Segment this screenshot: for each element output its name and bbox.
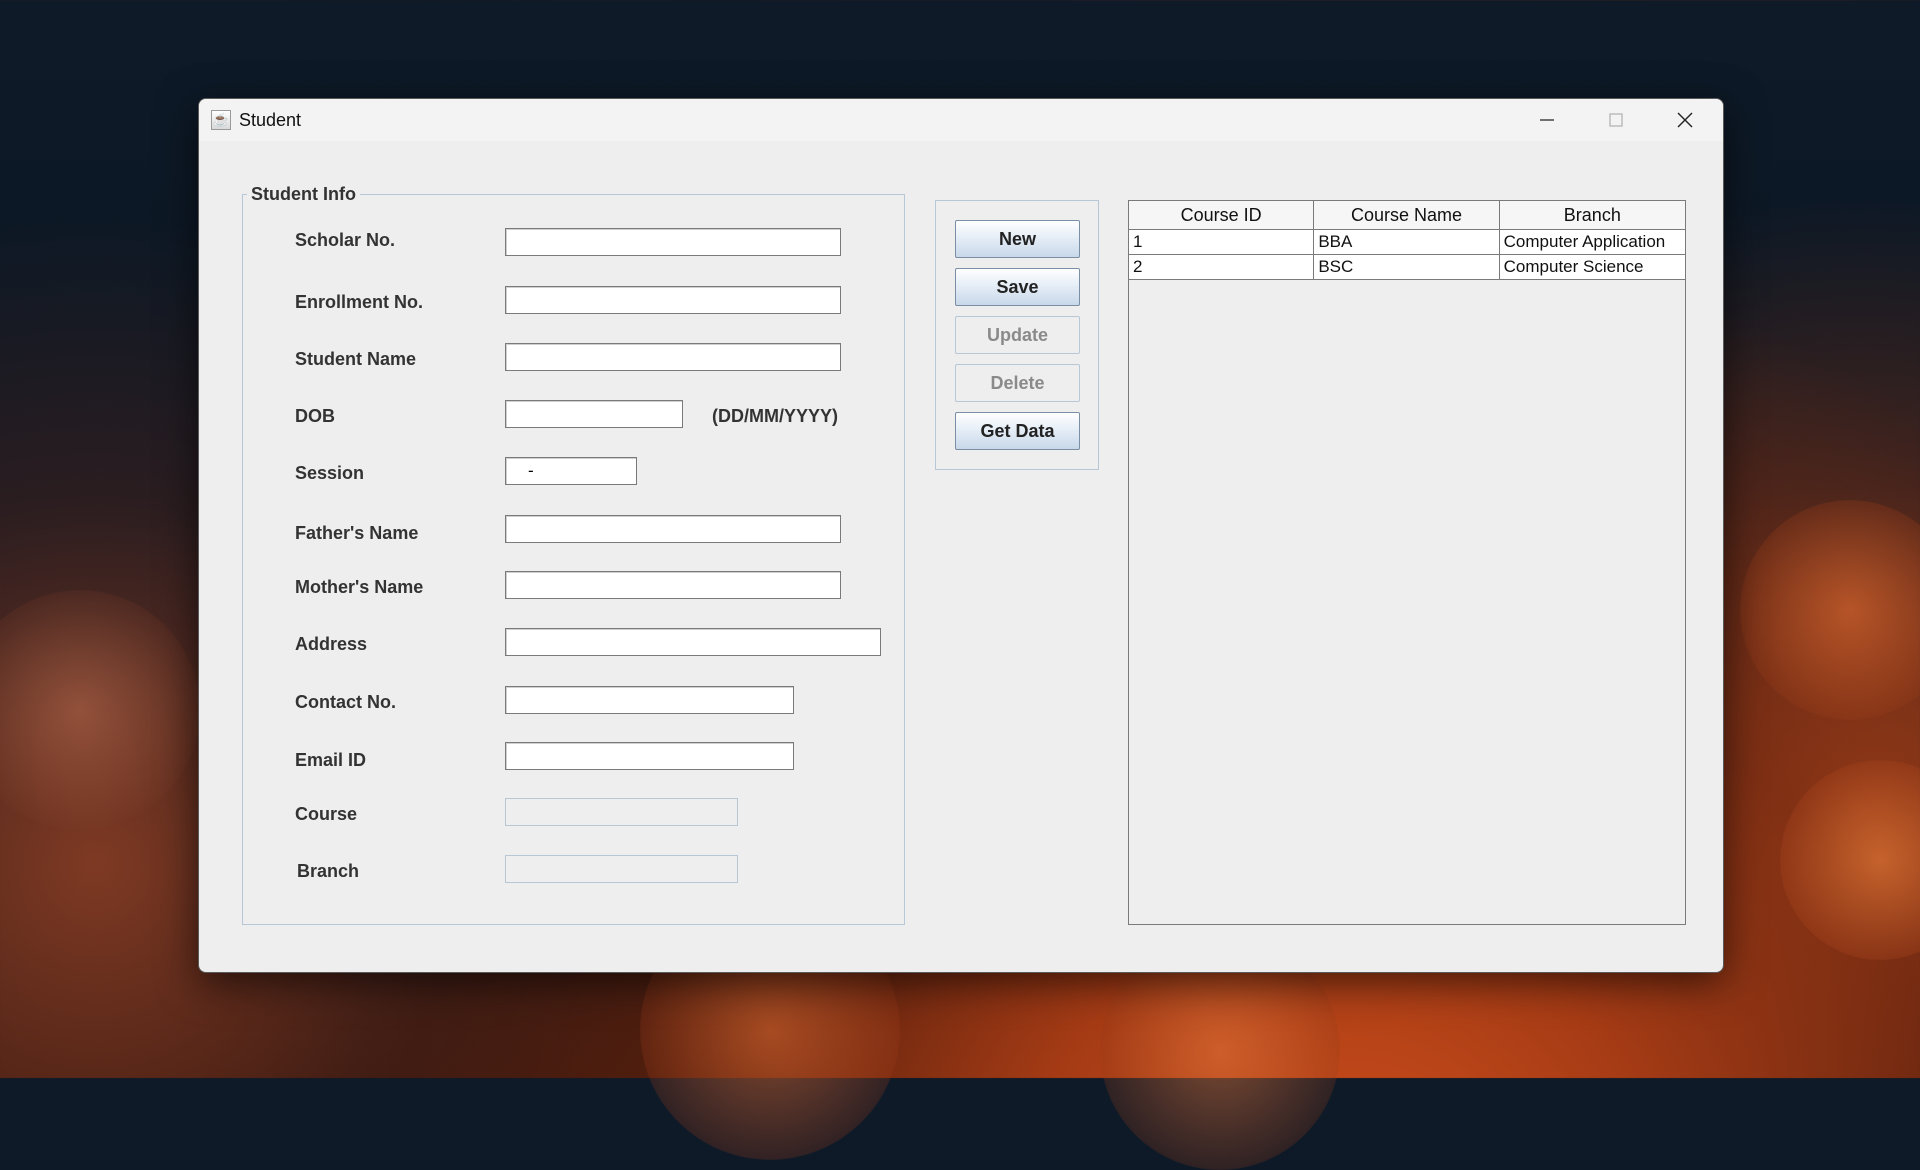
update-button: Update — [955, 316, 1080, 354]
fathers-name-input[interactable] — [505, 515, 841, 543]
mothers-name-input[interactable] — [505, 571, 841, 599]
column-header-course-id[interactable]: Course ID — [1129, 201, 1315, 229]
email-id-input[interactable] — [505, 742, 794, 770]
close-icon — [1677, 112, 1693, 128]
minimize-icon — [1540, 119, 1554, 121]
branch-input — [505, 855, 738, 883]
maximize-icon — [1609, 113, 1623, 127]
scholar-no-label: Scholar No. — [295, 230, 396, 250]
dob-format-hint: (DD/MM/YYYY) — [712, 406, 838, 426]
dob-label: DOB — [295, 406, 335, 426]
wallpaper-bokeh — [0, 590, 200, 830]
address-input[interactable] — [505, 628, 881, 656]
wallpaper-bokeh — [1740, 500, 1920, 720]
table-cell[interactable]: BSC — [1314, 255, 1500, 279]
branch-label: Branch — [297, 861, 360, 881]
course-label: Course — [295, 804, 358, 824]
student-info-title: Student Info — [247, 184, 360, 205]
column-header-course-name[interactable]: Course Name — [1314, 201, 1500, 229]
table-cell[interactable]: Computer Science — [1500, 255, 1685, 279]
dob-input[interactable] — [505, 400, 683, 428]
java-icon: ☕ — [211, 110, 231, 130]
wallpaper-bokeh — [1780, 760, 1920, 960]
table-cell[interactable]: BBA — [1314, 230, 1500, 254]
contact-no-label: Contact No. — [295, 692, 396, 712]
mothers-name-label: Mother's Name — [295, 577, 424, 597]
enrollment-no-input[interactable] — [505, 286, 841, 314]
table-row[interactable]: 2 BSC Computer Science — [1129, 255, 1685, 280]
session-input[interactable] — [505, 457, 637, 485]
table-header: Course ID Course Name Branch — [1129, 201, 1685, 230]
fathers-name-label: Father's Name — [295, 523, 419, 543]
scholar-no-input[interactable] — [505, 228, 841, 256]
enrollment-no-label: Enrollment No. — [295, 292, 424, 312]
new-button[interactable]: New — [955, 220, 1080, 258]
maximize-button[interactable] — [1582, 99, 1650, 141]
column-header-branch[interactable]: Branch — [1500, 201, 1685, 229]
table-cell[interactable]: 2 — [1129, 255, 1315, 279]
window-title: Student — [239, 109, 302, 130]
session-label: Session — [295, 463, 365, 483]
table-cell[interactable]: Computer Application — [1500, 230, 1685, 254]
save-button[interactable]: Save — [955, 268, 1080, 306]
contact-no-input[interactable] — [505, 686, 794, 714]
delete-button: Delete — [955, 364, 1080, 402]
table-cell[interactable]: 1 — [1129, 230, 1315, 254]
get-data-button[interactable]: Get Data — [955, 412, 1080, 450]
minimize-button[interactable] — [1513, 99, 1581, 141]
student-name-label: Student Name — [295, 349, 417, 369]
course-input — [505, 798, 738, 826]
address-label: Address — [295, 634, 368, 654]
close-button[interactable] — [1651, 99, 1719, 141]
email-id-label: Email ID — [295, 750, 367, 770]
table-row[interactable]: 1 BBA Computer Application — [1129, 230, 1685, 255]
student-name-input[interactable] — [505, 343, 841, 371]
title-bar[interactable]: ☕ Student — [199, 99, 1723, 141]
student-window: ☕ Student Student Info Scholar No. Enrol… — [198, 98, 1724, 973]
course-table: Course ID Course Name Branch 1 BBA Compu… — [1128, 200, 1686, 925]
